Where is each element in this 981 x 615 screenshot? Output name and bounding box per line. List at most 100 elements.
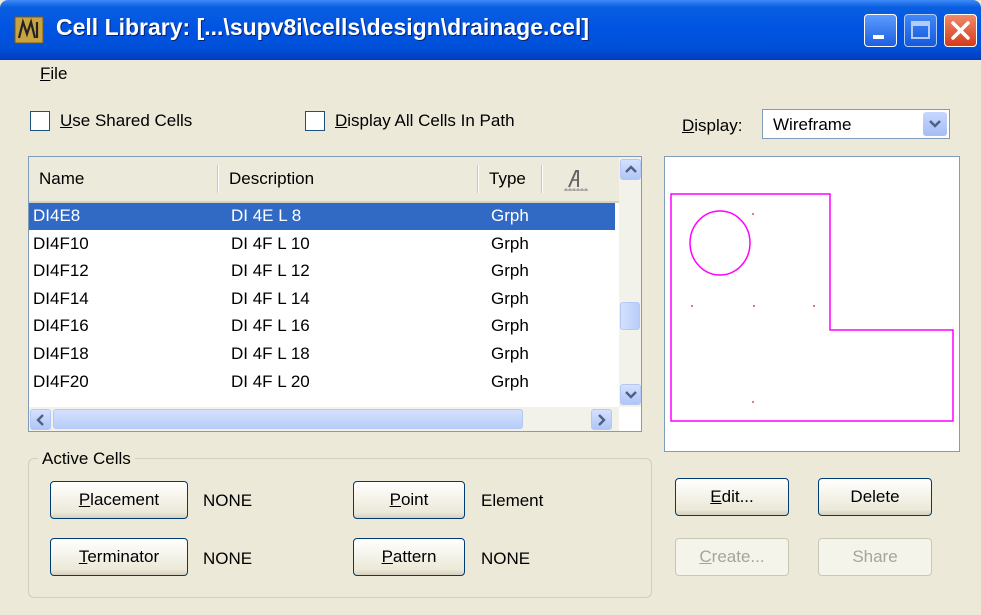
delete-button[interactable]: Delete [818,478,932,516]
share-button-label: Share [852,547,898,566]
placement-button-label: Placement [78,490,160,509]
cell-name: DI4F12 [33,261,89,281]
cell-name: DI4E8 [33,206,81,225]
column-header-name[interactable]: Name [39,169,84,189]
cell-type: Grph [491,371,529,391]
point-button-label: Point [389,490,429,509]
active-cells-group [28,458,652,598]
placement-value: NONE [203,491,253,510]
close-icon [951,21,970,40]
snap-point [752,213,754,215]
table-row[interactable]: DI4E8 DI 4E L 8 Grph [29,203,615,230]
display-all-cells-label: Display All Cells In Path [335,111,515,130]
display-mode-select[interactable]: Wireframe [762,109,950,139]
snap-point [752,401,754,403]
edit-button-label: Edit... [710,487,754,506]
snap-point [691,305,693,307]
cell-list[interactable]: Name Description Type DI4E8 DI 4E L 8 Grph… [28,156,642,432]
cell-description: DI 4F L 12 [231,261,310,281]
cell-name: DI4F14 [33,288,89,308]
column-header-description[interactable]: Description [229,169,314,189]
pattern-button-label: Pattern [381,547,437,566]
column-divider[interactable] [541,165,543,193]
use-shared-cells-checkbox[interactable]: Use Shared Cells [30,108,192,134]
table-row[interactable]: DI4F20 DI 4F L 20 Grph [29,369,615,396]
terminator-button-label: Terminator [78,547,160,566]
cell-type: Grph [491,288,529,308]
column-divider[interactable] [477,165,479,193]
chevron-down-icon [624,391,637,399]
cell-type: Grph [491,206,529,225]
delete-button-label: Delete [850,487,900,506]
cell-description: DI 4F L 16 [231,316,310,336]
checkbox-box[interactable] [305,111,325,131]
font-style-icon[interactable] [561,167,591,193]
active-cells-title: Active Cells [38,449,135,469]
scroll-down-button[interactable] [620,384,641,405]
chevron-up-icon [624,165,637,173]
scroll-up-button[interactable] [620,159,641,180]
cell-library-window: Cell Library: [...\supv8i\cells\design\d… [0,0,981,615]
chevron-right-icon [598,413,606,426]
display-mode-value: Wireframe [773,115,852,134]
snap-point [753,305,755,307]
menu-bar: File [0,60,981,90]
window-title: Cell Library: [...\supv8i\cells\design\d… [56,14,590,40]
cell-name: DI4F16 [33,316,89,336]
pattern-button[interactable]: Pattern [353,538,465,576]
edit-button[interactable]: Edit... [675,478,789,516]
scroll-left-button[interactable] [30,409,51,430]
display-label: Display: [682,116,743,135]
minimize-button[interactable] [864,14,897,47]
cell-description: DI 4F L 20 [231,371,310,391]
menu-file[interactable]: File [40,64,67,84]
display-all-cells-checkbox[interactable]: Display All Cells In Path [305,108,515,134]
scroll-right-button[interactable] [591,409,612,430]
pattern-value: NONE [481,549,531,568]
cell-type: Grph [491,233,529,253]
horizontal-scroll-thumb[interactable] [53,409,523,429]
table-row[interactable]: DI4F14 DI 4F L 14 Grph [29,286,615,313]
use-shared-cells-label: Use Shared Cells [60,111,193,130]
point-button[interactable]: Point [353,481,465,519]
title-bar[interactable]: Cell Library: [...\supv8i\cells\design\d… [0,0,981,60]
microstation-app-icon [14,16,44,44]
placement-button[interactable]: Placement [50,481,188,519]
snap-point [813,305,815,307]
cell-description: DI 4F L 10 [231,233,310,253]
column-divider[interactable] [217,165,219,193]
cell-type: Grph [491,316,529,336]
dropdown-arrow-button[interactable] [923,112,947,136]
cell-description: DI 4E L 8 [231,206,302,225]
table-row[interactable]: DI4F18 DI 4F L 18 Grph [29,341,615,368]
close-button[interactable] [944,14,977,47]
minimize-icon [873,35,884,39]
cell-preview [664,156,960,452]
chevron-left-icon [36,413,44,426]
checkbox-box[interactable] [30,111,50,131]
chevron-down-icon [929,120,941,128]
terminator-button[interactable]: Terminator [50,538,188,576]
point-value: Element [481,491,544,510]
vertical-scrollbar[interactable] [619,157,641,407]
table-row[interactable]: DI4F10 DI 4F L 10 Grph [29,231,615,258]
maximize-icon [911,21,930,39]
create-button[interactable]: Create... [675,538,789,576]
table-row[interactable]: DI4F12 DI 4F L 12 Grph [29,258,615,285]
cell-type: Grph [491,344,529,363]
vertical-scroll-thumb[interactable] [620,302,640,330]
cell-name: DI4F10 [33,233,89,253]
cell-type: Grph [491,261,529,281]
list-header: Name Description Type [29,157,619,203]
cell-name: DI4F18 [33,344,89,363]
horizontal-scrollbar[interactable] [29,407,619,431]
share-button[interactable]: Share [818,538,932,576]
cell-description: DI 4F L 18 [231,344,310,363]
cell-preview-drawing [670,193,954,422]
column-header-type[interactable]: Type [489,169,526,189]
cell-name: DI4F20 [33,371,89,391]
table-row[interactable]: DI4F16 DI 4F L 16 Grph [29,313,615,340]
terminator-value: NONE [203,549,253,568]
maximize-button[interactable] [904,14,937,47]
cell-description: DI 4F L 14 [231,288,310,308]
